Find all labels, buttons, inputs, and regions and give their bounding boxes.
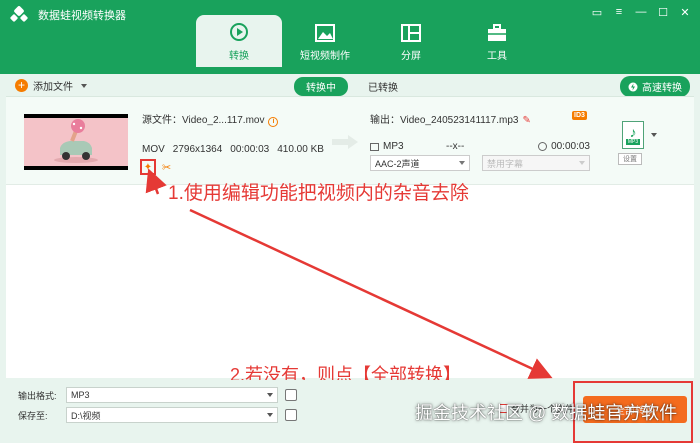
output-format-select[interactable]: MP3	[66, 387, 278, 403]
thumbnail-image	[24, 118, 128, 166]
output-format-row: 输出格式: MP3	[18, 387, 297, 403]
chevron-down-icon	[267, 413, 273, 417]
output-format: MP3	[383, 141, 404, 152]
output-resolution: --x--	[446, 141, 465, 152]
output-file-name: Video_240523141117.mp3	[400, 115, 519, 126]
source-file-name: Video_2...117.mov	[182, 115, 265, 126]
folder-icon[interactable]	[285, 409, 297, 421]
convert-icon	[230, 23, 248, 41]
converting-tab[interactable]: 转换中	[294, 77, 348, 96]
chevron-down-icon[interactable]	[651, 133, 657, 137]
feedback-icon[interactable]: ▭	[588, 4, 606, 20]
source-size: 410.00 KB	[277, 144, 324, 155]
edit-wand-icon[interactable]: ✦	[140, 159, 156, 175]
tab-short-video[interactable]: 短视频制作	[282, 22, 368, 67]
save-to-label: 保存至:	[18, 410, 48, 421]
source-format: MOV	[142, 144, 165, 155]
output-file: 输出：Video_240523141117.mp3 ✎	[370, 111, 531, 126]
id3-tag-icon[interactable]: ID3	[572, 111, 587, 120]
tab-label: 分屏	[401, 51, 421, 62]
format-settings-button[interactable]: 设置	[618, 153, 642, 165]
converted-tab[interactable]: 已转换	[356, 77, 410, 96]
output-file-label: 输出：	[370, 115, 400, 126]
image-icon	[315, 24, 335, 42]
subtitle-value: 禁用字幕	[487, 158, 524, 169]
tab-convert[interactable]: 转换	[196, 15, 282, 67]
chevron-down-icon	[459, 161, 465, 165]
tab-label: 转换	[229, 51, 249, 62]
lightning-icon	[628, 82, 638, 91]
file-list: 源文件：Video_2...117.mov i MOV 2796x1364 00:…	[6, 96, 694, 378]
add-file-label: 添加文件	[33, 82, 73, 93]
save-to-select[interactable]: D:\视频	[66, 407, 278, 423]
title-bar: 数据蛙视频转换器 ▭ ≡ — ☐ ✕ 转换 短视频制作 分屏 工具	[0, 0, 700, 74]
output-format-value: MP3	[71, 390, 90, 400]
output-meta: MP3 --x-- 00:00:03	[370, 141, 590, 152]
annotation-step-1: 1.使用编辑功能把视频内的杂音去除	[168, 183, 469, 204]
window-controls: ▭ ≡ — ☐ ✕	[588, 4, 694, 20]
add-file-button[interactable]: + 添加文件	[15, 78, 87, 93]
clock-icon	[538, 142, 548, 151]
toolbar: + 添加文件 转换中 已转换 高速转换	[0, 74, 700, 97]
tab-split-screen[interactable]: 分屏	[368, 22, 454, 67]
status-switch: 转换中 已转换	[294, 77, 410, 96]
pencil-icon[interactable]: ✎	[522, 115, 530, 126]
edit-tools: ✦ ✂	[140, 159, 171, 175]
bottom-bar: 输出格式: MP3 保存至: D:\视频 合并为一个文件 全部转换 掘金技术社区…	[0, 380, 700, 443]
info-icon[interactable]: i	[268, 117, 279, 127]
source-file: 源文件：Video_2...117.mov i	[142, 111, 279, 127]
subtitle-select[interactable]: 禁用字幕	[482, 155, 590, 171]
save-to-value: D:\视频	[71, 410, 101, 421]
chevron-down-icon	[579, 161, 585, 165]
output-duration: 00:00:03	[551, 141, 590, 152]
audio-track-select[interactable]: AAC-2声道	[370, 155, 470, 171]
tab-label: 工具	[487, 51, 507, 62]
format-tile-label: MP3	[625, 139, 641, 145]
music-note-icon: ♪	[629, 124, 637, 140]
source-resolution: 2796x1364	[172, 144, 223, 155]
maximize-icon[interactable]: ☐	[654, 4, 672, 20]
file-row: 源文件：Video_2...117.mov i MOV 2796x1364 00:…	[6, 97, 694, 185]
high-speed-label: 高速转换	[642, 83, 682, 94]
source-file-label: 源文件：	[142, 115, 182, 126]
app-title: 数据蛙视频转换器	[38, 10, 126, 22]
tab-label: 短视频制作	[300, 51, 350, 62]
source-meta: MOV 2796x1364 00:00:03 410.00 KB	[142, 144, 324, 155]
menu-icon[interactable]: ≡	[610, 4, 628, 20]
split-screen-icon	[401, 24, 421, 42]
arrow-right-icon	[332, 135, 358, 149]
chevron-down-icon	[267, 393, 273, 397]
output-format-label: 输出格式:	[18, 390, 57, 401]
film-icon	[370, 142, 379, 151]
save-to-row: 保存至: D:\视频	[18, 407, 297, 423]
scissors-icon[interactable]: ✂	[162, 161, 171, 174]
toolbox-icon	[488, 24, 506, 41]
watermark: 掘金技术社区 @ 数据蛙官方软件	[415, 403, 678, 423]
minimize-icon[interactable]: —	[632, 4, 650, 20]
main-tabs: 转换 短视频制作 分屏 工具	[196, 15, 540, 67]
plus-icon: +	[15, 79, 28, 92]
audio-track-value: AAC-2声道	[375, 158, 420, 169]
chevron-down-icon[interactable]	[81, 83, 87, 88]
format-tile[interactable]: ♪ MP3 设置	[618, 121, 648, 165]
high-speed-button[interactable]: 高速转换	[620, 76, 690, 97]
tab-tools[interactable]: 工具	[454, 22, 540, 67]
source-duration: 00:00:03	[230, 144, 270, 155]
format-settings-icon[interactable]	[285, 389, 297, 401]
video-thumbnail[interactable]	[24, 114, 128, 170]
close-icon[interactable]: ✕	[676, 4, 694, 20]
app-logo-icon	[10, 6, 28, 22]
audio-file-icon: ♪ MP3	[622, 121, 644, 149]
